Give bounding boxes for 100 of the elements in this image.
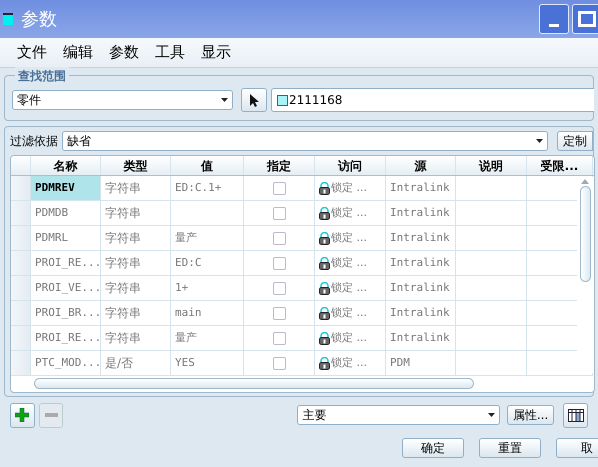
vertical-scrollbar[interactable] xyxy=(577,177,593,373)
name-cell[interactable]: PDMREV xyxy=(31,176,101,201)
table-cell: 字符串 xyxy=(101,326,171,351)
caret-icon xyxy=(536,139,543,143)
table-icon xyxy=(568,408,584,422)
table-cell-text: 锁定 ... xyxy=(331,230,367,246)
column-header[interactable]: 类型 xyxy=(101,156,171,175)
table-cell: Intralink xyxy=(386,251,456,276)
table-cell: ED:C.1+ xyxy=(171,176,244,201)
table-cell: Intralink xyxy=(386,276,456,301)
table-cell: 字符串 xyxy=(101,201,171,226)
table-cell: 字符串 xyxy=(101,276,171,301)
row-header[interactable] xyxy=(11,251,31,276)
table-cell-text: 锁定 ... xyxy=(331,280,367,296)
row-header[interactable] xyxy=(11,326,31,351)
caret-icon xyxy=(221,98,228,102)
checkbox[interactable] xyxy=(272,282,286,294)
table-cell-text: 锁定 ... xyxy=(331,354,367,371)
checkbox[interactable] xyxy=(272,232,286,244)
table-cell-text: 锁定 ... xyxy=(331,180,367,196)
menu-item[interactable]: 显示 xyxy=(194,41,238,64)
checkbox[interactable] xyxy=(272,306,286,320)
row-header[interactable] xyxy=(11,176,31,201)
column-header[interactable]: 受限... xyxy=(527,156,593,175)
group-legend: 查找范围 xyxy=(15,67,69,85)
table-cell: 字符串 xyxy=(101,301,171,326)
columns-button[interactable] xyxy=(563,402,588,428)
lock-icon xyxy=(319,206,330,220)
table-cell: 量产 xyxy=(171,326,244,351)
table-cell: Intralink xyxy=(386,201,456,226)
view-dropdown[interactable]: 主要 xyxy=(297,405,500,425)
checkbox[interactable] xyxy=(272,182,286,194)
column-header[interactable]: 指定 xyxy=(244,156,315,175)
row-header[interactable] xyxy=(11,276,31,301)
table-cell-text: 锁定 ... xyxy=(331,330,367,346)
window-title: 参数 xyxy=(21,8,57,32)
table-cell: ED:C xyxy=(171,251,244,276)
menu-item[interactable]: 编辑 xyxy=(56,41,100,64)
dialog-button[interactable]: 取 xyxy=(556,438,598,458)
table-cell: 字符串 xyxy=(101,251,171,276)
column-header[interactable]: 访问 xyxy=(315,156,386,175)
scroll-up-icon[interactable] xyxy=(581,179,589,184)
name-cell[interactable]: PROI_RE... xyxy=(31,326,101,351)
table-cell: 字符串 xyxy=(101,226,171,251)
customize-button[interactable]: 定制 xyxy=(557,131,593,151)
checkbox[interactable] xyxy=(272,332,286,344)
filter-dropdown[interactable]: 缺省 xyxy=(62,131,548,151)
table-cell: 字符串 xyxy=(101,176,171,201)
lock-icon xyxy=(319,256,330,270)
column-header[interactable]: 名称 xyxy=(31,156,101,175)
menu-item[interactable]: 参数 xyxy=(102,41,146,64)
row-header[interactable] xyxy=(11,201,31,226)
table-cell: main xyxy=(171,301,244,326)
dialog-button[interactable]: 重置 xyxy=(479,438,541,458)
name-cell[interactable]: PROI_RE... xyxy=(31,251,101,276)
menu-item[interactable]: 工具 xyxy=(148,41,192,64)
menu-item[interactable]: 文件 xyxy=(10,41,54,64)
table-cell-text: 锁定 ... xyxy=(331,304,367,321)
table-cell: Intralink xyxy=(386,176,456,201)
table-cell: Intralink xyxy=(386,326,456,351)
scope-dropdown[interactable]: 零件 xyxy=(12,90,233,110)
minimize-button[interactable] xyxy=(539,4,569,34)
checkbox[interactable] xyxy=(272,206,286,220)
name-cell[interactable]: PROI_BR... xyxy=(31,301,101,326)
row-header[interactable] xyxy=(11,351,31,376)
select-button[interactable] xyxy=(241,88,267,112)
checkbox[interactable] xyxy=(272,256,286,270)
add-button[interactable] xyxy=(10,402,35,428)
row-header[interactable] xyxy=(11,301,31,326)
lock-icon xyxy=(319,356,330,370)
lock-icon xyxy=(319,182,330,194)
row-header[interactable] xyxy=(11,226,31,251)
properties-button[interactable]: 属性... xyxy=(506,405,554,425)
lock-icon xyxy=(319,282,330,294)
dialog-button[interactable]: 确定 xyxy=(402,438,464,458)
app-icon xyxy=(3,13,13,25)
lock-icon xyxy=(319,332,330,344)
plus-icon xyxy=(15,408,30,422)
table-cell-text: 锁定 ... xyxy=(331,204,367,221)
caret-icon xyxy=(488,413,495,417)
lock-icon xyxy=(319,232,330,244)
table-cell-text: 锁定 ... xyxy=(331,254,367,271)
lock-icon xyxy=(319,306,330,320)
table-cell: Intralink xyxy=(386,226,456,251)
part-icon xyxy=(277,94,288,106)
maximize-button[interactable] xyxy=(572,4,598,34)
table-cell: Intralink xyxy=(386,301,456,326)
checkbox[interactable] xyxy=(272,356,286,370)
column-header[interactable]: 源 xyxy=(386,156,456,175)
filter-label: 过滤依据 xyxy=(10,133,58,150)
cursor-icon xyxy=(249,92,259,108)
table-cell: 1+ xyxy=(171,276,244,301)
column-header[interactable]: 说明 xyxy=(456,156,527,175)
name-cell[interactable]: PDMRL xyxy=(31,226,101,251)
name-cell[interactable]: PROI_VE... xyxy=(31,276,101,301)
table-cell xyxy=(456,176,527,201)
name-cell[interactable]: PDMDB xyxy=(31,201,101,226)
table-cell: 量产 xyxy=(171,226,244,251)
model-field[interactable]: 2111168 xyxy=(271,88,594,112)
column-header[interactable]: 值 xyxy=(171,156,244,175)
